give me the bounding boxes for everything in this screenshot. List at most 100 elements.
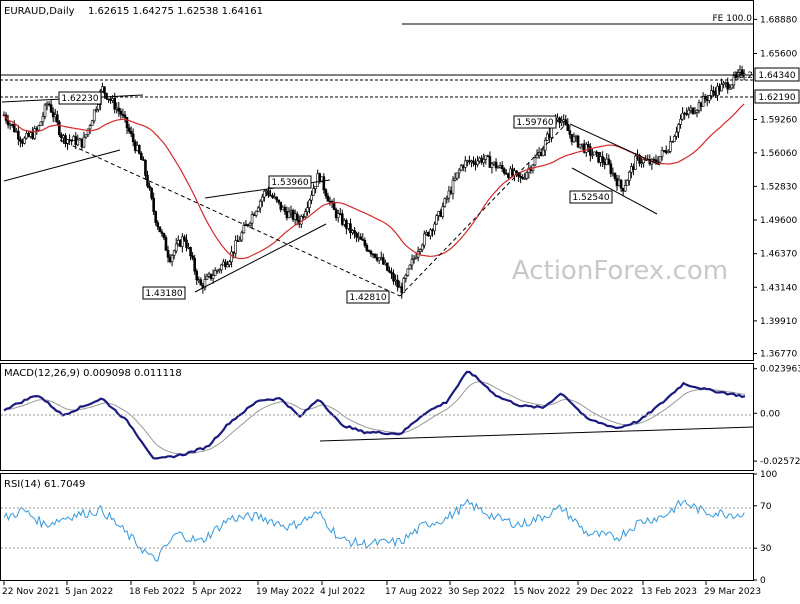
- candle: [669, 135, 672, 154]
- candle: [677, 123, 680, 138]
- candle-body: [687, 109, 691, 115]
- candle-body: [138, 145, 141, 154]
- candle-body: [398, 286, 401, 289]
- candle-body: [97, 104, 100, 110]
- candle-body: [101, 86, 104, 92]
- candle-body: [437, 211, 440, 216]
- candle-body: [41, 116, 45, 123]
- candle-body: [234, 240, 237, 254]
- candle: [375, 253, 379, 263]
- candle: [453, 172, 457, 182]
- candle: [172, 249, 176, 260]
- candle: [228, 259, 231, 268]
- candle-body: [336, 213, 340, 218]
- candle: [703, 94, 707, 103]
- candle-body: [673, 136, 676, 142]
- candle: [574, 134, 578, 143]
- candle-body: [427, 231, 430, 237]
- x-axis: 22 Nov 2021 5 Jan 2022 18 Feb 2022 5 Apr 20…: [2, 581, 761, 597]
- candle: [297, 215, 301, 228]
- candle: [662, 149, 666, 153]
- candle-body: [386, 262, 389, 271]
- x-tick-label: 4 Jul 2022: [320, 587, 365, 597]
- candle: [340, 209, 344, 227]
- candle: [457, 168, 461, 179]
- candle: [355, 231, 358, 243]
- candle-body: [31, 132, 35, 139]
- candle: [591, 148, 594, 159]
- candle-body: [47, 103, 51, 106]
- annot-1-62230: 1.62230: [58, 91, 102, 105]
- candle: [324, 188, 328, 199]
- candle-body: [197, 279, 201, 282]
- candle-body: [146, 175, 149, 187]
- candle-body: [607, 158, 611, 165]
- candle: [447, 186, 451, 203]
- candle: [84, 134, 88, 139]
- candle-body: [515, 170, 518, 174]
- candle: [113, 92, 117, 114]
- candle-body: [705, 98, 709, 101]
- price-title: EURAUD,Daily: [4, 6, 75, 17]
- candle: [472, 156, 475, 167]
- candle-body: [109, 98, 112, 101]
- candle: [373, 253, 377, 259]
- candle-body: [699, 102, 703, 107]
- price-tick-label: 1.49600: [760, 216, 797, 226]
- candle-body: [174, 243, 178, 252]
- candle: [484, 155, 488, 165]
- candle: [492, 161, 496, 166]
- candle: [353, 227, 356, 239]
- candle: [138, 144, 141, 155]
- candle-body: [390, 271, 393, 274]
- candle: [121, 108, 125, 119]
- candle-body: [365, 245, 369, 251]
- annot-1-42810-text: 1.42810: [349, 293, 386, 303]
- candle: [476, 155, 479, 168]
- candle-body: [156, 222, 160, 228]
- candle-body: [669, 141, 672, 152]
- candle-body: [728, 87, 732, 90]
- candle: [478, 156, 481, 164]
- price-ohlc-readout: 1.62615 1.64275 1.62538 1.64161: [88, 6, 263, 17]
- candle-body: [168, 256, 172, 262]
- candle-body: [248, 222, 252, 226]
- candle-body: [164, 237, 168, 251]
- candle: [35, 126, 39, 135]
- candle-body: [27, 133, 30, 137]
- candle: [720, 78, 723, 92]
- candle: [611, 167, 615, 177]
- candle-body: [222, 261, 225, 266]
- candle-body: [60, 134, 63, 139]
- candle-body: [238, 239, 242, 242]
- candle: [261, 193, 264, 207]
- candle: [443, 197, 447, 208]
- candle: [601, 151, 604, 168]
- macd-signal-line: [3, 381, 746, 455]
- candle-body: [679, 118, 682, 125]
- candle: [349, 218, 352, 239]
- candle: [41, 112, 45, 126]
- candle: [365, 243, 369, 253]
- candle-body: [256, 207, 260, 212]
- x-tick-label: 5 Jan 2022: [65, 587, 113, 597]
- candle: [45, 101, 49, 111]
- candle-body: [74, 136, 78, 146]
- candle-body: [189, 247, 192, 257]
- candle: [572, 132, 576, 143]
- candle-body: [664, 150, 668, 154]
- candle-body: [615, 178, 619, 187]
- candle: [254, 210, 258, 218]
- candle-body: [304, 211, 307, 218]
- candle: [308, 198, 311, 214]
- candle: [43, 102, 47, 120]
- candle: [78, 137, 82, 141]
- candle-body: [160, 231, 164, 234]
- candle-body: [105, 92, 108, 100]
- candle-body: [240, 232, 244, 241]
- candle: [215, 269, 219, 274]
- candle-body: [406, 268, 410, 276]
- candle-body: [587, 144, 590, 148]
- candle-body: [314, 186, 317, 189]
- candle: [679, 114, 682, 129]
